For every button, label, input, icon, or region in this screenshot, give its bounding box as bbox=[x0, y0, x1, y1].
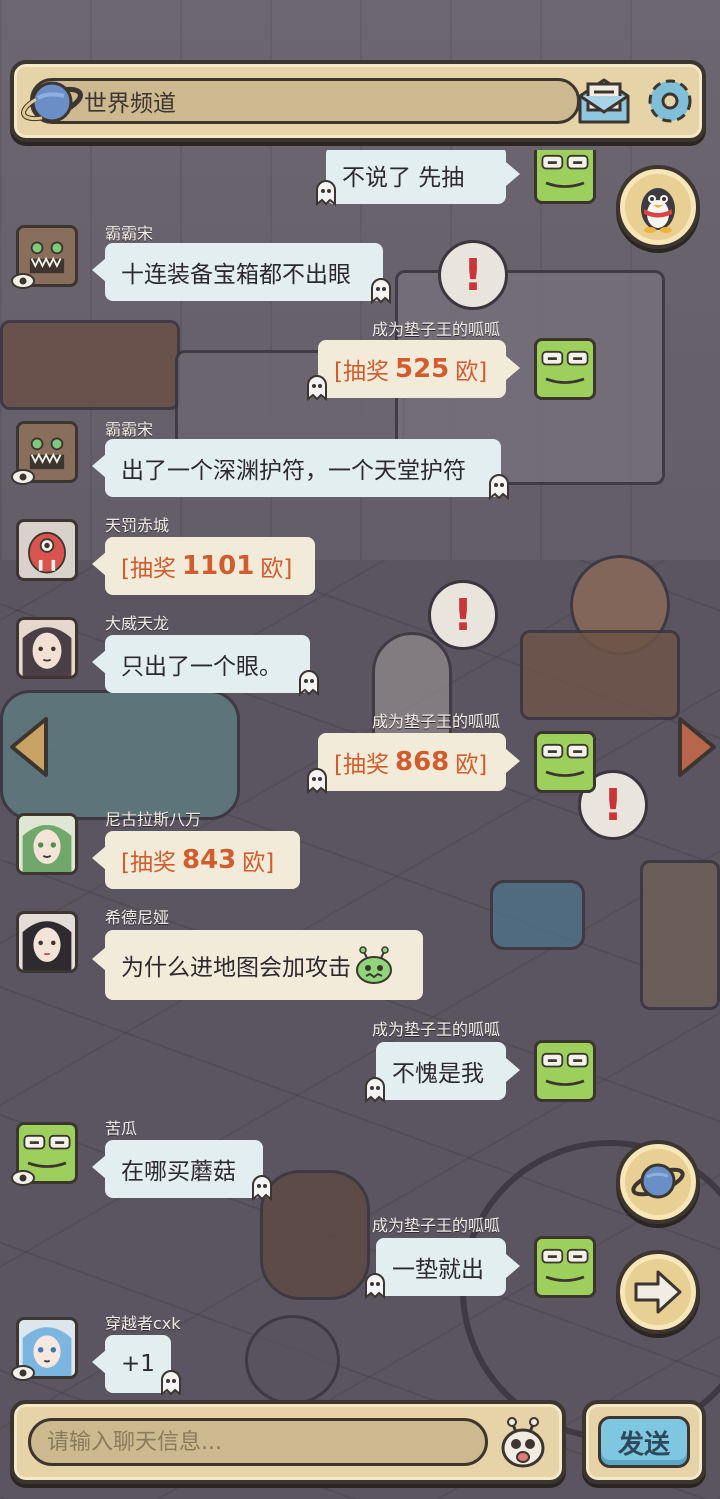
message-text: 一垫就出 bbox=[392, 1257, 484, 1283]
eye-icon[interactable] bbox=[10, 467, 36, 487]
lottery-amount: 1101 bbox=[181, 551, 255, 581]
message-text: 为什么进地图会加攻击 bbox=[121, 955, 351, 981]
message-username: 成为垫子王的呱呱 bbox=[372, 1020, 501, 1039]
message-bubble[interactable]: 一垫就出 bbox=[376, 1238, 506, 1296]
avatar-frog[interactable] bbox=[534, 1040, 596, 1102]
avatar-girl-green[interactable] bbox=[16, 813, 78, 875]
avatar-girl-black[interactable] bbox=[16, 911, 78, 973]
planet-icon bbox=[20, 72, 84, 132]
next-arrow-button[interactable] bbox=[616, 1250, 700, 1334]
avatar-frog[interactable] bbox=[534, 150, 596, 204]
message-username: 苦瓜 bbox=[105, 1119, 138, 1138]
avatar-frog[interactable] bbox=[534, 731, 596, 793]
message-text: 只出了一个眼。 bbox=[121, 654, 282, 680]
lottery-suffix: 欧] bbox=[260, 556, 293, 582]
chat-input[interactable] bbox=[28, 1418, 488, 1466]
avatar-girl-dark[interactable] bbox=[16, 617, 78, 679]
lottery-prefix: [抽奖 bbox=[334, 359, 389, 385]
message-bubble[interactable]: 十连装备宝箱都不出眼 bbox=[105, 243, 383, 301]
ghost-icon bbox=[489, 474, 509, 500]
message-text: 在哪买蘑菇 bbox=[121, 1159, 236, 1185]
avatar-frog[interactable] bbox=[534, 338, 596, 400]
message-username: 霸霸宋 bbox=[105, 420, 154, 439]
ghost-icon bbox=[365, 1077, 385, 1103]
lottery-bubble[interactable]: [抽奖 1101 欧] bbox=[105, 537, 315, 595]
lottery-amount: 843 bbox=[181, 845, 237, 875]
penguin-icon bbox=[641, 188, 675, 233]
message-bubble[interactable]: 不说了 先抽 bbox=[326, 150, 506, 204]
send-button[interactable]: 发送 bbox=[598, 1416, 690, 1468]
message-username: 成为垫子王的呱呱 bbox=[372, 712, 501, 731]
ghost-icon bbox=[161, 1370, 181, 1395]
lottery-bubble[interactable]: [抽奖 525 欧] bbox=[318, 340, 506, 398]
lottery-bubble[interactable]: [抽奖 843 欧] bbox=[105, 831, 300, 889]
bug-emoji-icon bbox=[501, 1417, 545, 1468]
message-text: 不说了 先抽 bbox=[342, 165, 465, 191]
send-button-frame: 发送 bbox=[582, 1400, 706, 1484]
ghost-icon bbox=[252, 1175, 272, 1201]
ghost-icon bbox=[371, 278, 391, 304]
mail-icon[interactable] bbox=[574, 72, 634, 130]
lottery-amount: 868 bbox=[394, 747, 450, 777]
message-text: 不愧是我 bbox=[392, 1061, 484, 1087]
message-bubble[interactable]: 为什么进地图会加攻击 bbox=[105, 930, 423, 1000]
ghost-icon bbox=[299, 670, 319, 696]
lottery-suffix: 欧] bbox=[455, 359, 488, 385]
message-username: 天罚赤城 bbox=[105, 516, 170, 535]
message-username: 希德尼娅 bbox=[105, 908, 170, 927]
lottery-prefix: [抽奖 bbox=[121, 850, 176, 876]
world-channel-button[interactable] bbox=[616, 1140, 700, 1224]
lottery-prefix: [抽奖 bbox=[334, 752, 389, 778]
arrow-right-icon bbox=[634, 1270, 682, 1314]
emoji-button[interactable] bbox=[498, 1416, 548, 1470]
message-text: +1 bbox=[121, 1351, 155, 1377]
eye-icon[interactable] bbox=[10, 1363, 36, 1383]
ghost-icon bbox=[307, 375, 327, 401]
avatar-frog[interactable] bbox=[534, 1236, 596, 1298]
lottery-amount: 525 bbox=[394, 354, 450, 384]
message-username: 大威天龙 bbox=[105, 614, 170, 633]
eye-icon[interactable] bbox=[10, 271, 36, 291]
gear-icon[interactable] bbox=[642, 72, 698, 130]
planet-icon bbox=[631, 1163, 685, 1199]
lottery-prefix: [抽奖 bbox=[121, 556, 176, 582]
message-text: 出了一个深渊护符，一个天堂护符 bbox=[121, 458, 466, 484]
message-bubble[interactable]: 不愧是我 bbox=[376, 1042, 506, 1100]
lottery-bubble[interactable]: [抽奖 868 欧] bbox=[318, 733, 506, 791]
ghost-icon bbox=[316, 180, 336, 206]
message-username: 霸霸宋 bbox=[105, 224, 154, 243]
eye-icon[interactable] bbox=[10, 1168, 36, 1188]
message-username: 尼古拉斯八万 bbox=[105, 810, 202, 829]
channel-title: 世界频道 bbox=[84, 91, 176, 117]
message-bubble[interactable]: 在哪买蘑菇 bbox=[105, 1140, 263, 1198]
lottery-suffix: 欧] bbox=[242, 850, 275, 876]
message-bubble[interactable]: 出了一个深渊护符，一个天堂护符 bbox=[105, 439, 501, 497]
message-username: 成为垫子王的呱呱 bbox=[372, 1216, 501, 1235]
message-text: 十连装备宝箱都不出眼 bbox=[121, 262, 351, 288]
lottery-suffix: 欧] bbox=[455, 752, 488, 778]
chat-message-list[interactable]: 不说了 先抽 霸霸宋 十连装备宝箱都不出眼 成为垫子王的呱呱 [抽奖 525 欧… bbox=[0, 150, 720, 1395]
avatar-red-beast[interactable] bbox=[16, 519, 78, 581]
channel-header: 世界频道 bbox=[10, 60, 706, 142]
message-username: 穿越者cxk bbox=[105, 1314, 181, 1333]
message-username: 成为垫子王的呱呱 bbox=[372, 320, 501, 339]
chat-input-bar bbox=[10, 1400, 566, 1484]
ghost-icon bbox=[307, 768, 327, 794]
bug-emoji-icon bbox=[356, 946, 392, 984]
ghost-icon bbox=[365, 1273, 385, 1299]
qq-share-button[interactable] bbox=[616, 165, 700, 249]
message-bubble[interactable]: 只出了一个眼。 bbox=[105, 635, 310, 693]
